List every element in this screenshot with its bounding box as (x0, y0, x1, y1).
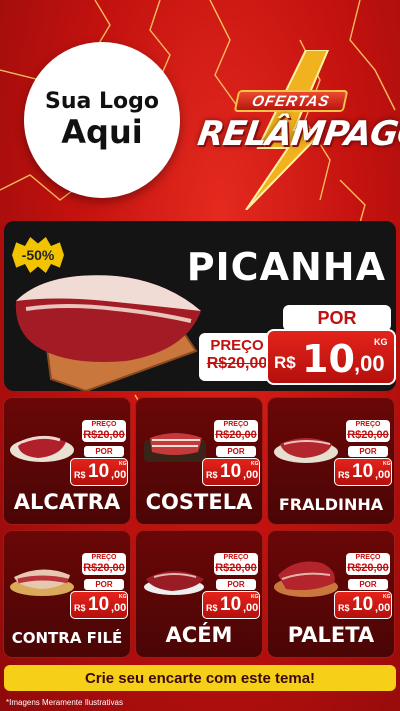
old-price-box: PREÇO R$20,00 (214, 553, 258, 575)
price-decimal: ,00 (375, 602, 391, 614)
logo-line1: Sua Logo (44, 89, 159, 115)
price-decimal: ,00 (375, 469, 391, 481)
price-tag: R$ 10 ,00 KG (334, 591, 392, 619)
hero-por-label: POR (283, 305, 391, 331)
product-card[interactable]: PREÇO R$20,00 POR R$ 10 ,00 KG ALCATRA (4, 398, 130, 524)
logo-line2: Aqui (61, 112, 143, 151)
old-price-box: PREÇO R$20,00 (82, 553, 126, 575)
price-unit: KG (251, 461, 259, 467)
por-label: POR (84, 446, 124, 457)
currency: R$ (74, 470, 86, 480)
product-name: CONTRA FILÉ (11, 629, 123, 647)
currency: R$ (338, 603, 350, 613)
old-price-box: PREÇO R$20,00 (346, 553, 390, 575)
por-label: POR (216, 446, 256, 457)
por-label: POR (216, 579, 256, 590)
old-price: R$20,00 (347, 562, 389, 574)
hero-currency: R$ (274, 353, 296, 372)
product-name: COSTELA (145, 490, 253, 514)
price-decimal: ,00 (243, 469, 259, 481)
currency: R$ (206, 603, 218, 613)
price-tag: R$ 10 ,00 KG (202, 591, 260, 619)
currency: R$ (74, 603, 86, 613)
preco-label: PREÇO (355, 421, 381, 428)
price-tag: R$ 10 ,00 KG (334, 458, 392, 486)
product-name: ALCATRA (13, 490, 121, 514)
relampago-title: RELÂMPAGO (195, 114, 400, 154)
price-decimal: ,00 (111, 469, 127, 481)
product-image (144, 571, 204, 595)
logo-placeholder: Sua Logo Aqui (24, 42, 180, 198)
price-unit: KG (383, 594, 391, 600)
price-tag: R$ 10 ,00 KG (70, 591, 128, 619)
old-price-box: PREÇO R$20,00 (346, 420, 390, 442)
price-unit: KG (119, 461, 127, 467)
old-price: R$20,00 (83, 562, 125, 574)
product-card[interactable]: PREÇO R$20,00 POR R$ 10 ,00 KG PALETA (268, 531, 394, 657)
price-integer: 10 (352, 594, 374, 615)
hero-price-integer: 10 (302, 337, 355, 381)
cta-banner[interactable]: Crie seu encarte com este tema! (4, 665, 396, 691)
old-price: R$20,00 (215, 429, 257, 441)
price-decimal: ,00 (243, 602, 259, 614)
hero-price-decimal: ,00 (354, 351, 385, 376)
ofertas-relampago-badge: OFERTAS RELÂMPAGO (195, 50, 400, 210)
price-integer: 10 (88, 594, 110, 615)
hero-preco-label: PREÇO (210, 337, 264, 354)
preco-label: PREÇO (223, 554, 249, 561)
hero-product-name: PICANHA (186, 245, 386, 289)
currency: R$ (338, 470, 350, 480)
por-label: POR (84, 579, 124, 590)
preco-label: PREÇO (355, 554, 381, 561)
preco-label: PREÇO (91, 421, 117, 428)
product-card[interactable]: PREÇO R$20,00 POR R$ 10 ,00 KG COSTELA (136, 398, 262, 524)
picanha-image (15, 275, 202, 391)
product-image (144, 433, 206, 462)
old-price: R$20,00 (83, 429, 125, 441)
product-name: ACÉM (165, 623, 233, 647)
price-decimal: ,00 (111, 602, 127, 614)
product-image (10, 569, 74, 596)
por-label: POR (348, 446, 388, 457)
preco-label: PREÇO (223, 421, 249, 428)
product-name: PALETA (287, 623, 375, 647)
hero-price-unit: KG (374, 337, 388, 347)
product-card[interactable]: PREÇO R$20,00 POR R$ 10 ,00 KG FRALDINHA (268, 398, 394, 524)
product-image (274, 561, 338, 597)
por-label: POR (348, 579, 388, 590)
old-price-box: PREÇO R$20,00 (82, 420, 126, 442)
price-tag: R$ 10 ,00 KG (202, 458, 260, 486)
product-image (274, 438, 338, 463)
ofertas-label: OFERTAS (233, 90, 349, 112)
product-card[interactable]: PREÇO R$20,00 POR R$ 10 ,00 KG CONTRA FI… (4, 531, 130, 657)
hero-product-picanha[interactable]: -50% PICANHA PREÇO R$20,00 POR R$ 10 ,00… (4, 221, 396, 391)
product-image (10, 435, 74, 462)
price-integer: 10 (88, 461, 110, 482)
price-integer: 10 (220, 594, 242, 615)
currency: R$ (206, 470, 218, 480)
old-price-box: PREÇO R$20,00 (214, 420, 258, 442)
price-tag: R$ 10 ,00 KG (70, 458, 128, 486)
old-price: R$20,00 (347, 429, 389, 441)
preco-label: PREÇO (91, 554, 117, 561)
product-card[interactable]: PREÇO R$20,00 POR R$ 10 ,00 KG ACÉM (136, 531, 262, 657)
hero-old-price: R$20,00 (206, 355, 268, 372)
footnote: *Imagens Meramente Ilustrativas (6, 698, 123, 707)
product-name: FRALDINHA (278, 495, 384, 514)
price-unit: KG (251, 594, 259, 600)
price-integer: 10 (352, 461, 374, 482)
price-unit: KG (119, 594, 127, 600)
hero-old-price-box: PREÇO R$20,00 (199, 333, 275, 381)
old-price: R$20,00 (215, 562, 257, 574)
price-integer: 10 (220, 461, 242, 482)
hero-price-tag: R$ 10 ,00 KG (266, 329, 396, 385)
price-unit: KG (383, 461, 391, 467)
